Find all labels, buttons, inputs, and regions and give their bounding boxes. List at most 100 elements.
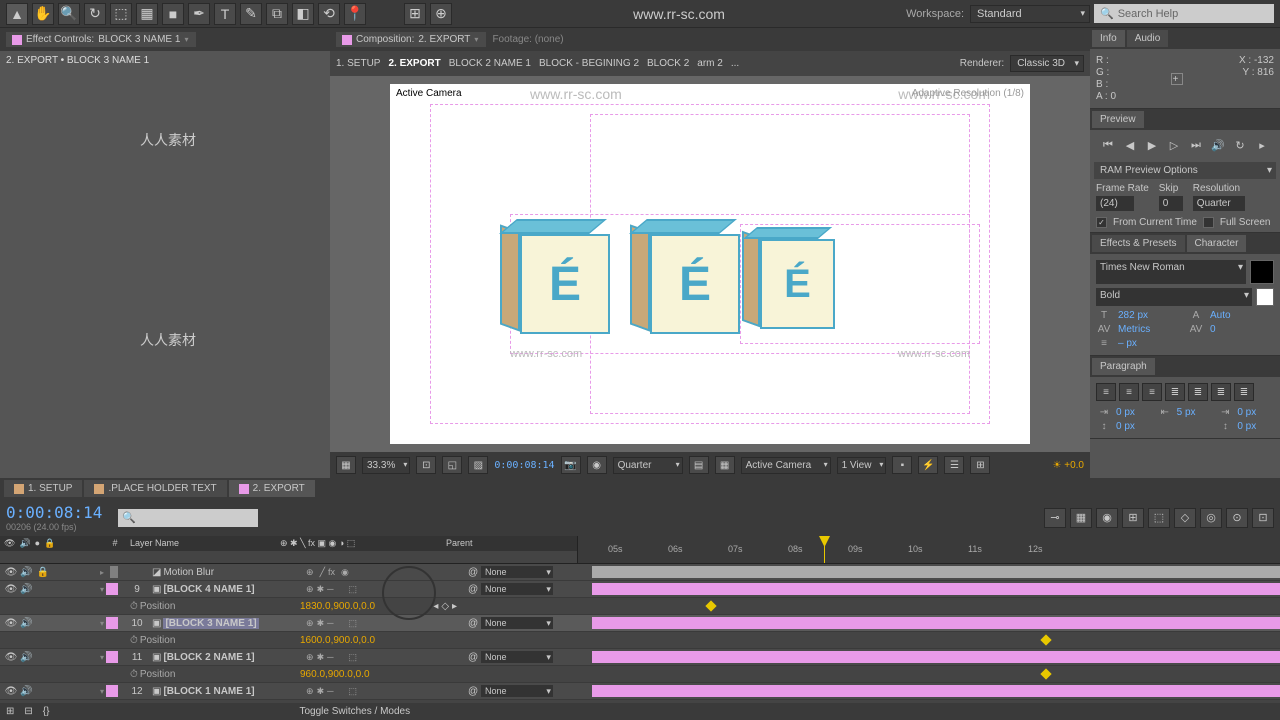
snapshot-icon[interactable]: 📷	[561, 456, 581, 474]
hand-tool[interactable]: ✋	[32, 3, 54, 25]
lock-col-icon[interactable]: 🔒	[44, 538, 55, 549]
eye-col-icon[interactable]: 👁	[4, 538, 15, 549]
rect-tool[interactable]: ■	[162, 3, 184, 25]
keyframe[interactable]	[1040, 668, 1051, 679]
timeline-ruler[interactable]: 05s 06s 07s 08s 09s 10s 11s 12s	[578, 536, 1280, 563]
timeline-tab-placeholder[interactable]: .PLACE HOLDER TEXT	[84, 480, 226, 497]
justify-all-icon[interactable]: ≣	[1234, 383, 1254, 401]
eraser-tool[interactable]: ◧	[292, 3, 314, 25]
indent-left-value[interactable]: 0 px	[1116, 407, 1153, 418]
toggle-icon-3[interactable]: {}	[43, 706, 50, 717]
position-value[interactable]: 1830.0,900.0,0.0	[300, 601, 375, 612]
justify-last-right-icon[interactable]: ≣	[1211, 383, 1231, 401]
indent-right-value[interactable]: 0 px	[1237, 407, 1274, 418]
first-frame-icon[interactable]: ⏮	[1099, 136, 1117, 154]
draft-3d-icon[interactable]: ◎	[1200, 508, 1222, 528]
kerning-value[interactable]: Metrics	[1118, 324, 1182, 335]
puppet-tool[interactable]: 📍	[344, 3, 366, 25]
pan-behind-tool[interactable]: ▦	[136, 3, 158, 25]
leading-value[interactable]: Auto	[1210, 310, 1274, 321]
full-screen-checkbox[interactable]	[1203, 217, 1214, 228]
audio-tab[interactable]: Audio	[1127, 30, 1169, 47]
layer-color[interactable]	[110, 566, 118, 578]
space-before-value[interactable]: 0 px	[1116, 421, 1153, 432]
crumb-begining[interactable]: BLOCK - BEGINING 2	[539, 58, 639, 69]
layer-color[interactable]	[106, 583, 118, 595]
twirl-icon[interactable]: ▾	[100, 619, 104, 628]
renderer-dropdown[interactable]: Classic 3D	[1010, 55, 1084, 72]
effect-controls-tab[interactable]: Effect Controls: BLOCK 3 NAME 1 ▾	[6, 32, 196, 47]
space-after-value[interactable]: 0 px	[1237, 421, 1274, 432]
graph-editor-icon[interactable]: ⊞	[1122, 508, 1144, 528]
shy-icon[interactable]: ⊸	[1044, 508, 1066, 528]
clone-tool[interactable]: ⧉	[266, 3, 288, 25]
rotate-tool[interactable]: ↻	[84, 3, 106, 25]
audio-icon[interactable]: 🔊	[1209, 136, 1227, 154]
visibility-toggle[interactable]: 👁	[4, 567, 18, 578]
workspace-dropdown[interactable]: Standard	[970, 5, 1090, 23]
stopwatch-icon[interactable]: ⏱	[130, 635, 138, 646]
crumb-setup[interactable]: 1. SETUP	[336, 58, 380, 69]
transparency-icon[interactable]: ▨	[468, 456, 488, 474]
toggle-switches-button[interactable]: Toggle Switches / Modes	[299, 706, 410, 717]
position-value[interactable]: 960.0,900.0,0.0	[300, 669, 370, 680]
roi-icon[interactable]: ◱	[442, 456, 462, 474]
keyframe[interactable]	[1040, 634, 1051, 645]
preview-tab[interactable]: Preview	[1092, 111, 1144, 128]
toggle-icon-1[interactable]: ⊞	[6, 706, 14, 717]
enable-3d-icon[interactable]: ⊙	[1226, 508, 1248, 528]
fill-swatch[interactable]	[1250, 260, 1274, 284]
crumb-export[interactable]: 2. EXPORT	[388, 58, 440, 69]
crumb-block2[interactable]: BLOCK 2	[647, 58, 689, 69]
twirl-icon[interactable]: ▾	[100, 585, 104, 594]
from-current-checkbox[interactable]: ✓	[1096, 217, 1107, 228]
parent-dropdown[interactable]: None	[481, 685, 553, 697]
channel-icon[interactable]: ◉	[587, 456, 607, 474]
layer-row-block2[interactable]: 👁🔊 ▾ 11 ▣[BLOCK 2 NAME 1] ⊕✱─⬚ @ None	[0, 649, 1280, 666]
guides-icon[interactable]: ▦	[715, 456, 735, 474]
parent-dropdown[interactable]: None	[481, 651, 553, 663]
visibility-toggle[interactable]: 👁	[4, 618, 18, 629]
zoom-dropdown[interactable]: 33.3%	[362, 457, 410, 474]
dropdown-icon[interactable]: ▾	[184, 35, 188, 44]
effects-presets-tab[interactable]: Effects & Presets	[1092, 235, 1185, 252]
motion-blur-icon[interactable]: ◉	[1096, 508, 1118, 528]
layer-color[interactable]	[106, 651, 118, 663]
pickwhip-icon[interactable]: @	[468, 567, 478, 578]
crumb-arm2[interactable]: arm 2	[697, 58, 723, 69]
layer-color[interactable]	[106, 685, 118, 697]
last-frame-icon[interactable]: ⏭	[1187, 136, 1205, 154]
visibility-toggle[interactable]: 👁	[4, 652, 18, 663]
timeline-icon[interactable]: ☰	[944, 456, 964, 474]
audio-col-icon[interactable]: 🔊	[19, 538, 30, 549]
framerate-input[interactable]: (24)	[1096, 196, 1134, 211]
views-dropdown[interactable]: 1 View	[837, 457, 887, 474]
expand-icon[interactable]: ⊡	[1252, 508, 1274, 528]
character-tab[interactable]: Character	[1187, 235, 1247, 252]
play-icon[interactable]: ▶	[1143, 136, 1161, 154]
toggle-icon-2[interactable]: ⊟	[24, 706, 32, 717]
camera-tool[interactable]: ⬚	[110, 3, 132, 25]
res-icon[interactable]: ▤	[689, 456, 709, 474]
ram-preview-icon[interactable]: ▸	[1253, 136, 1271, 154]
composition-viewer[interactable]: Active Camera Adaptive Resolution (1/8) …	[330, 76, 1090, 452]
brush-tool[interactable]: ✎	[240, 3, 262, 25]
prev-frame-icon[interactable]: ◀	[1121, 136, 1139, 154]
layer-row-block1[interactable]: 👁🔊 ▾ 12 ▣[BLOCK 1 NAME 1] ⊕✱─⬚ @ None	[0, 683, 1280, 700]
property-row-position-3[interactable]: ⏱ Position 1600.0,900.0,0.0	[0, 632, 1280, 649]
indent-first-value[interactable]: 5 px	[1177, 407, 1214, 418]
stopwatch-icon[interactable]: ⏱	[130, 601, 138, 612]
edit-target-icon[interactable]: ⊡	[416, 456, 436, 474]
axis-world-icon[interactable]: ⊕	[430, 3, 452, 25]
info-tab[interactable]: Info	[1092, 30, 1125, 47]
loop-icon[interactable]: ↻	[1231, 136, 1249, 154]
add-kf-icon[interactable]: ◇	[441, 601, 449, 612]
roto-tool[interactable]: ⟲	[318, 3, 340, 25]
fast-preview-icon[interactable]: ⚡	[918, 456, 938, 474]
keyframe[interactable]	[705, 600, 716, 611]
timeline-timecode[interactable]: 0:00:08:14	[6, 503, 102, 522]
camera-dropdown[interactable]: Active Camera	[741, 457, 831, 474]
frame-blend-icon[interactable]: ▦	[1070, 508, 1092, 528]
property-row-position-4[interactable]: ⏱ Position 1830.0,900.0,0.0 ◂◇▸	[0, 598, 1280, 615]
font-size-value[interactable]: 282 px	[1118, 310, 1182, 321]
